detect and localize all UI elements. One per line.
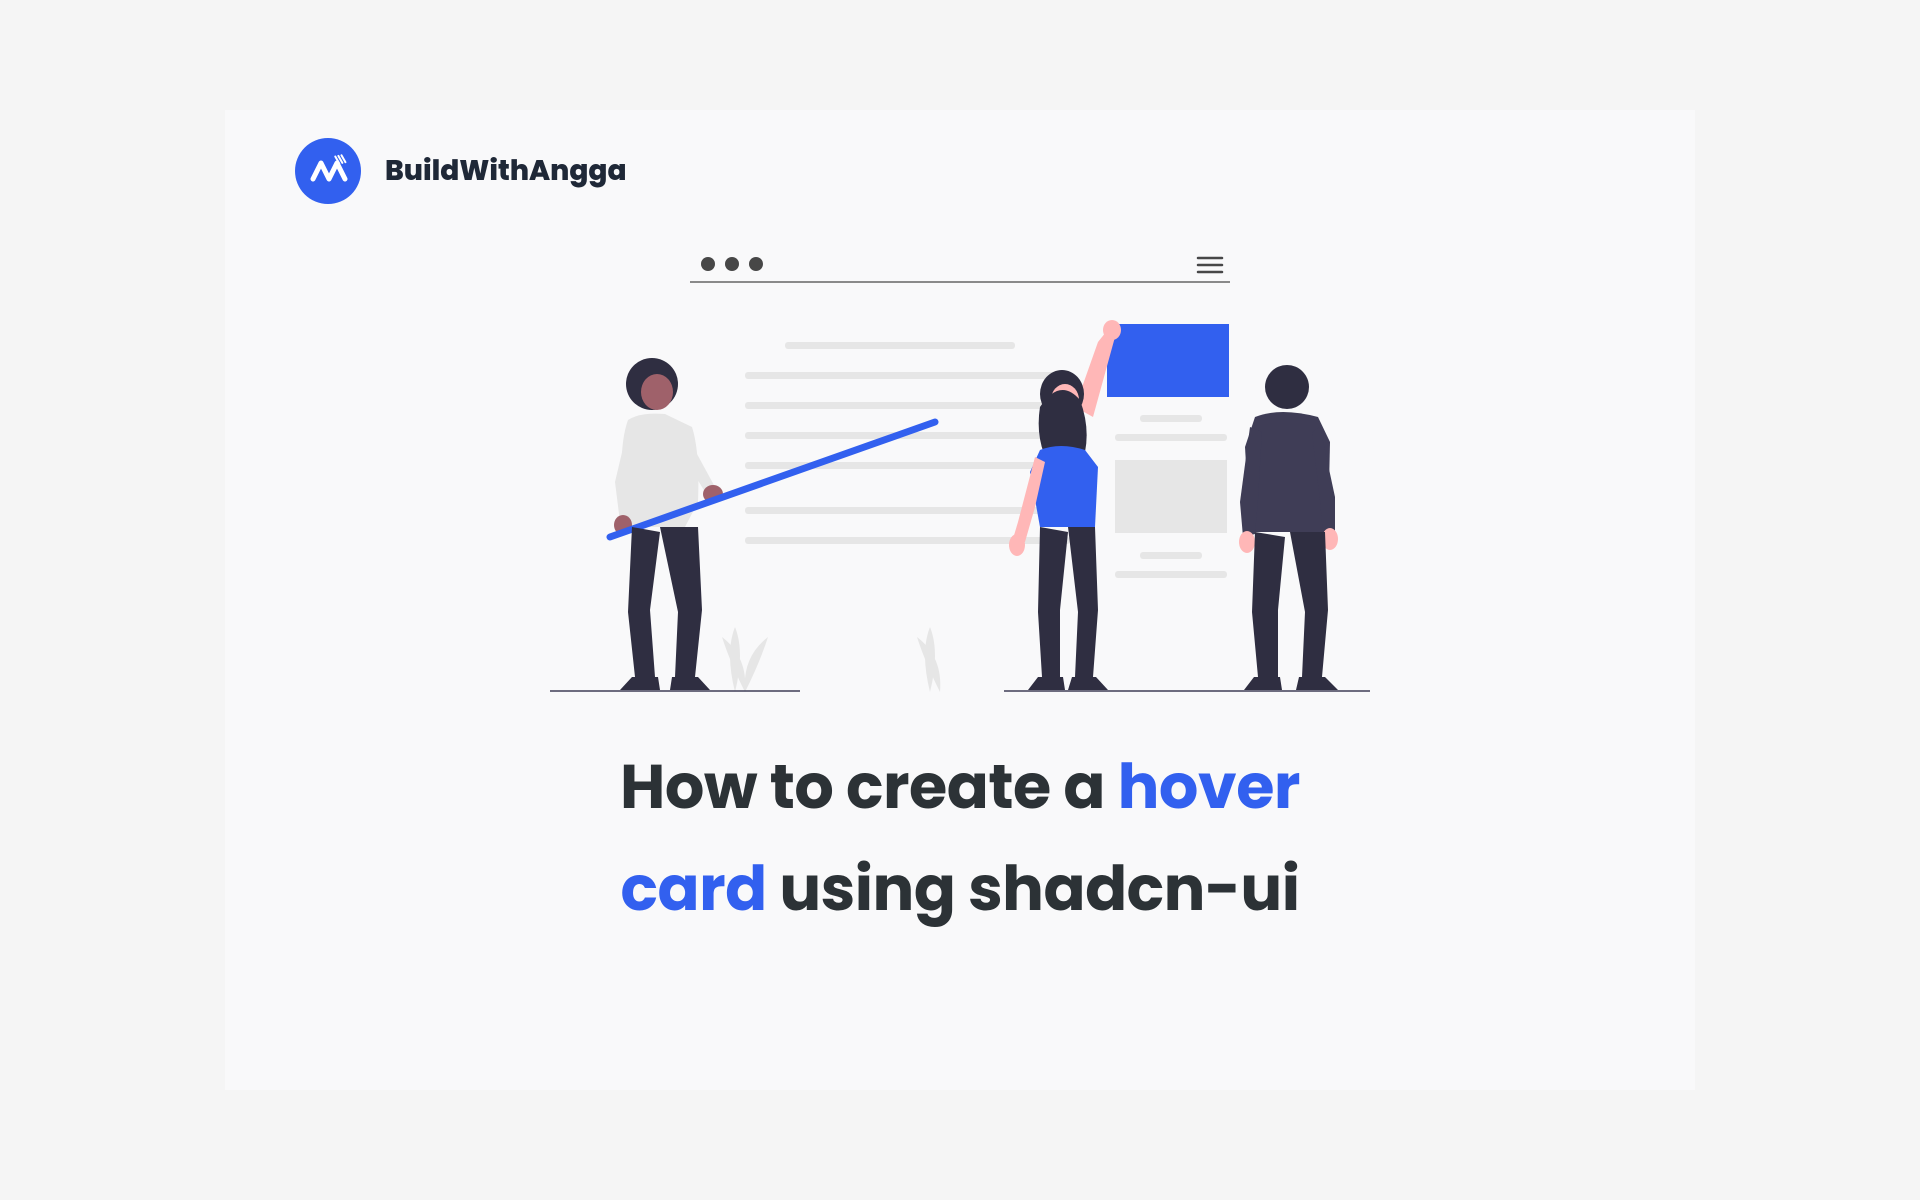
- title-highlight-1: hover: [1118, 743, 1300, 830]
- title-text: How to create a hover: [315, 736, 1605, 838]
- brand-name: BuildWithAngga: [385, 150, 627, 192]
- title-highlight-2: card: [620, 845, 766, 932]
- hero-illustration: [550, 232, 1370, 692]
- header: BuildWithAngga: [295, 138, 1625, 204]
- thumbnail-card: BuildWithAngga: [225, 110, 1695, 1090]
- title-part-2: using shadcn-ui: [767, 845, 1300, 932]
- article-title: How to create a hover card using shadcn-…: [295, 736, 1625, 941]
- title-text-2: card using shadcn-ui: [315, 838, 1605, 940]
- title-part-1: How to create a: [620, 743, 1118, 830]
- brand-logo-icon: [295, 138, 361, 204]
